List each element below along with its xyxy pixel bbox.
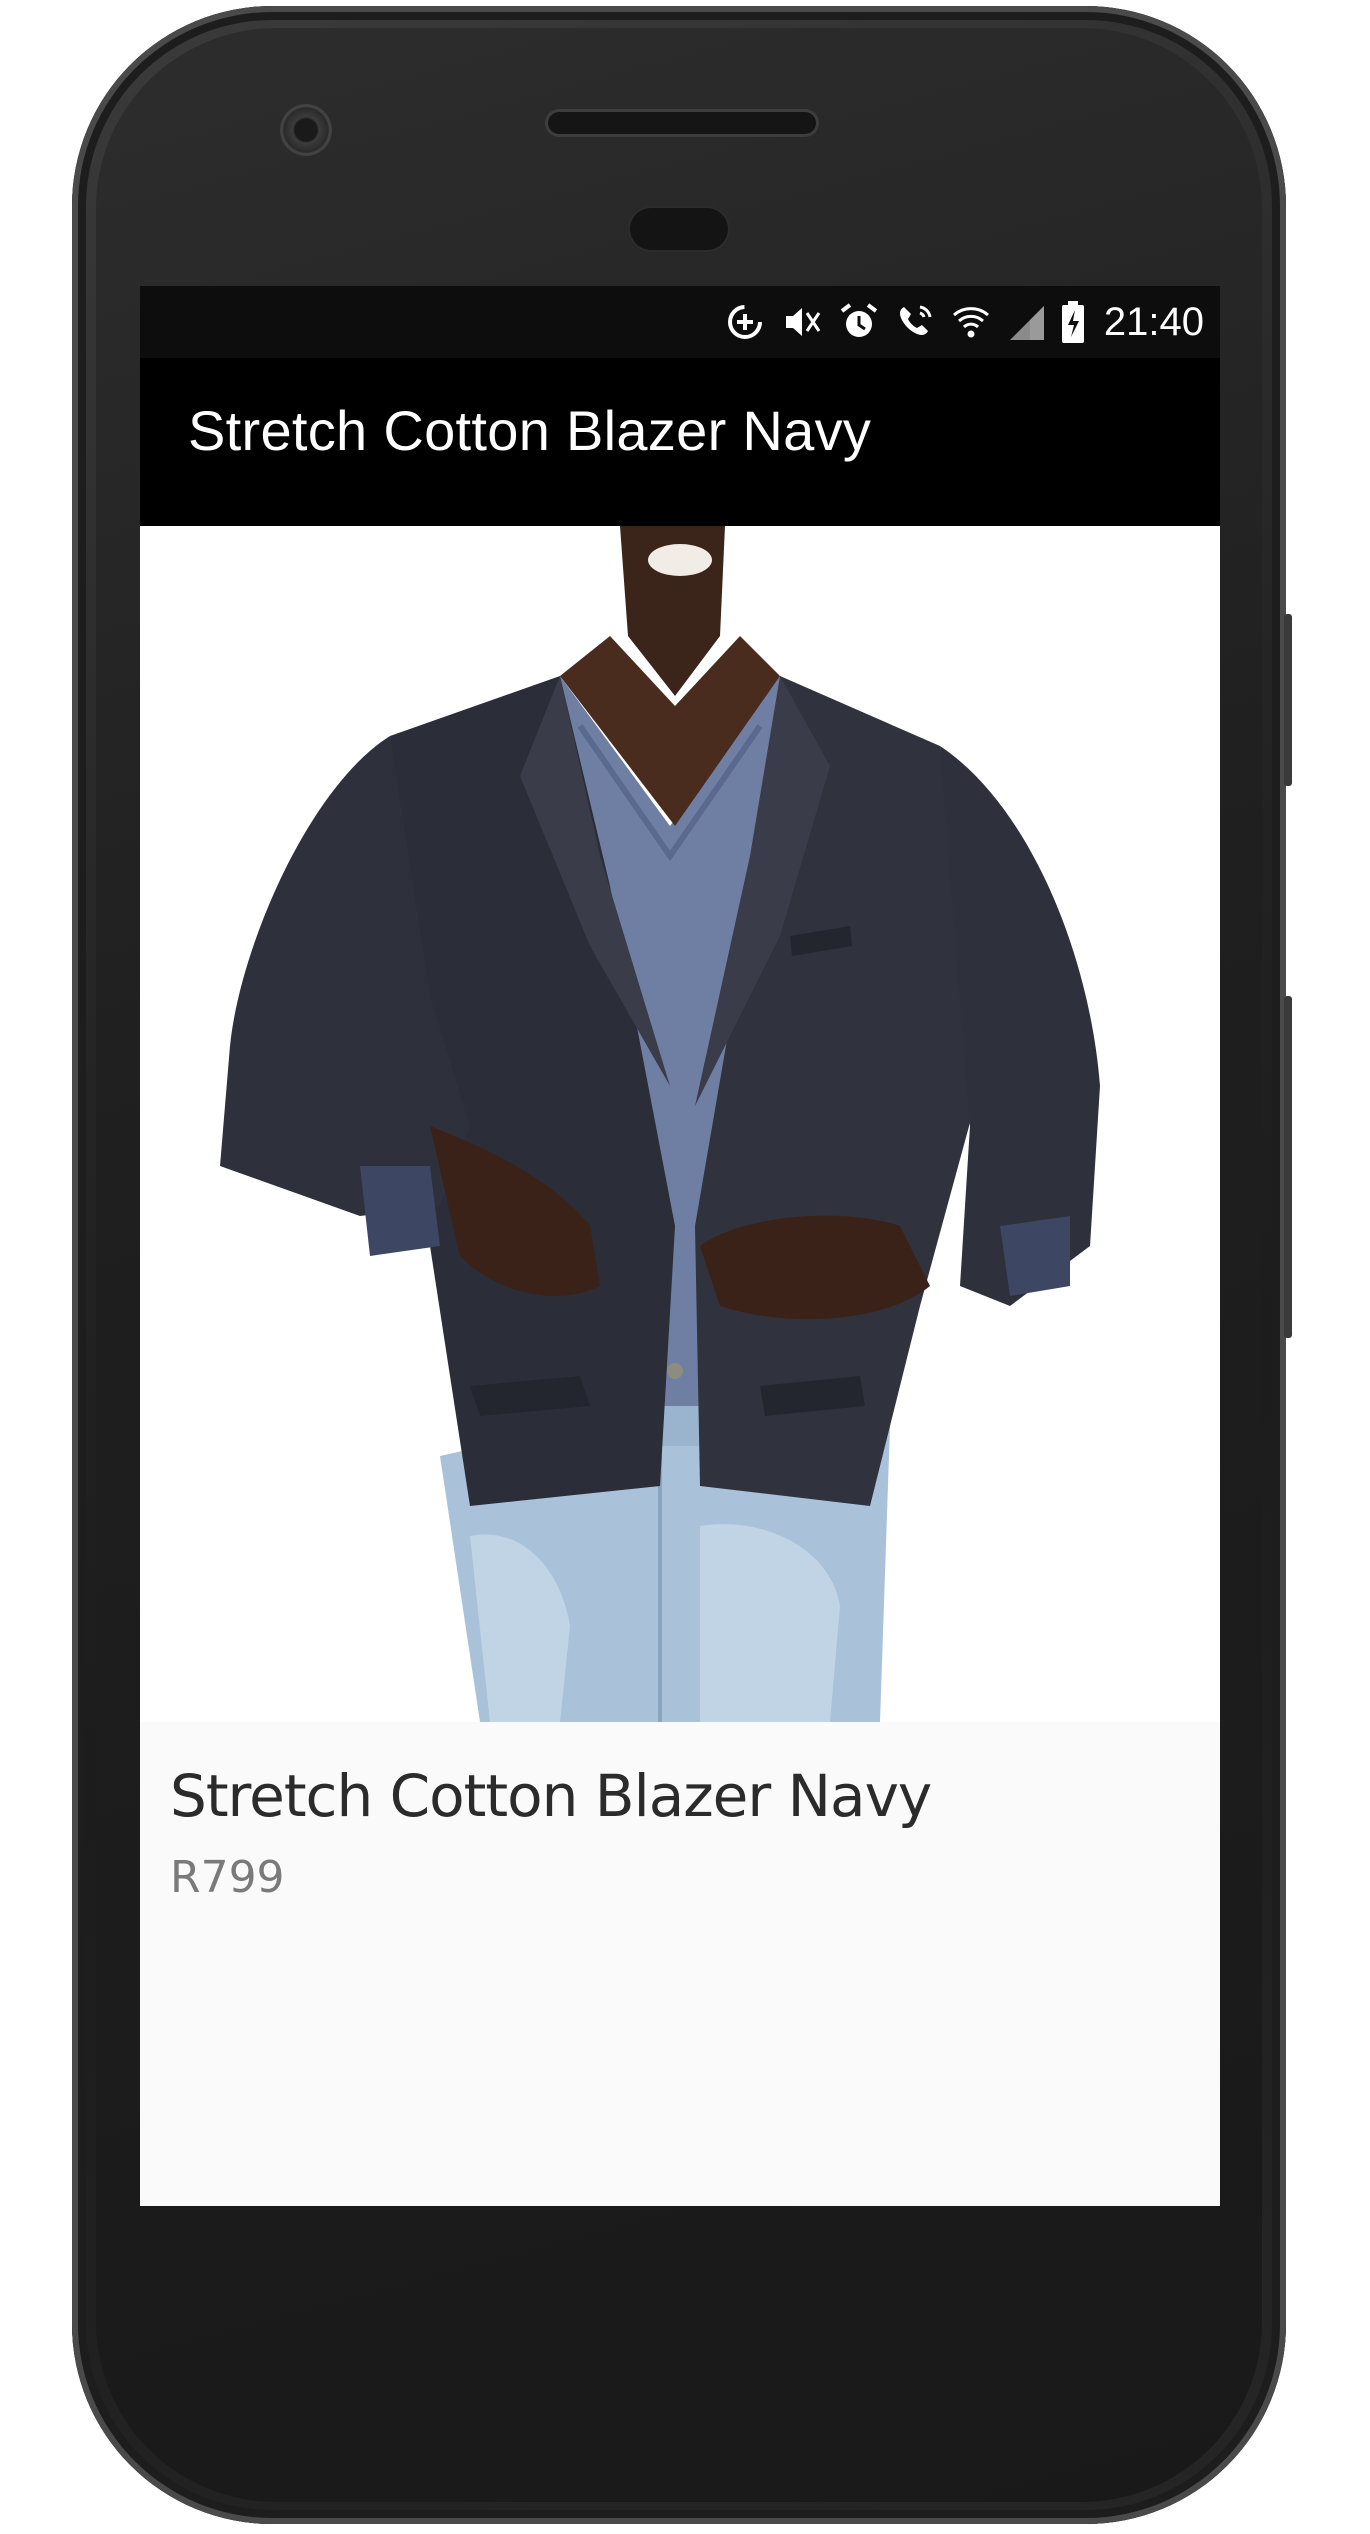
battery-charging-icon: [1060, 300, 1086, 344]
front-camera: [280, 104, 332, 156]
power-button: [1284, 614, 1292, 786]
product-image[interactable]: [140, 526, 1220, 1722]
alarm-icon: [838, 301, 880, 343]
status-bar: 21:40: [140, 286, 1220, 358]
product-photo: [220, 526, 1100, 1722]
product-name: Stretch Cotton Blazer Navy: [170, 1762, 932, 1830]
toolbar: Stretch Cotton Blazer Navy: [140, 358, 1220, 526]
earpiece-speaker: [548, 112, 816, 134]
status-icons: 21:40: [724, 294, 1204, 350]
clock: 21:40: [1103, 299, 1204, 344]
wifi-icon: [950, 301, 992, 343]
signal-icon: [1006, 302, 1046, 342]
data-saver-icon: [724, 301, 766, 343]
screen: 21:40 Stretch Cotton Blazer Navy Stretch…: [140, 286, 1220, 2206]
volume-button: [1284, 996, 1292, 1338]
vibrate-icon: [780, 301, 824, 343]
proximity-sensor: [630, 208, 728, 250]
product-price: R799: [170, 1852, 285, 1903]
product-details: Stretch Cotton Blazer Navy R799: [140, 1722, 1220, 2206]
device-frame-stage: 21:40 Stretch Cotton Blazer Navy Stretch…: [0, 0, 1370, 2534]
wifi-calling-icon: [894, 301, 936, 343]
toolbar-title: Stretch Cotton Blazer Navy: [188, 399, 872, 462]
